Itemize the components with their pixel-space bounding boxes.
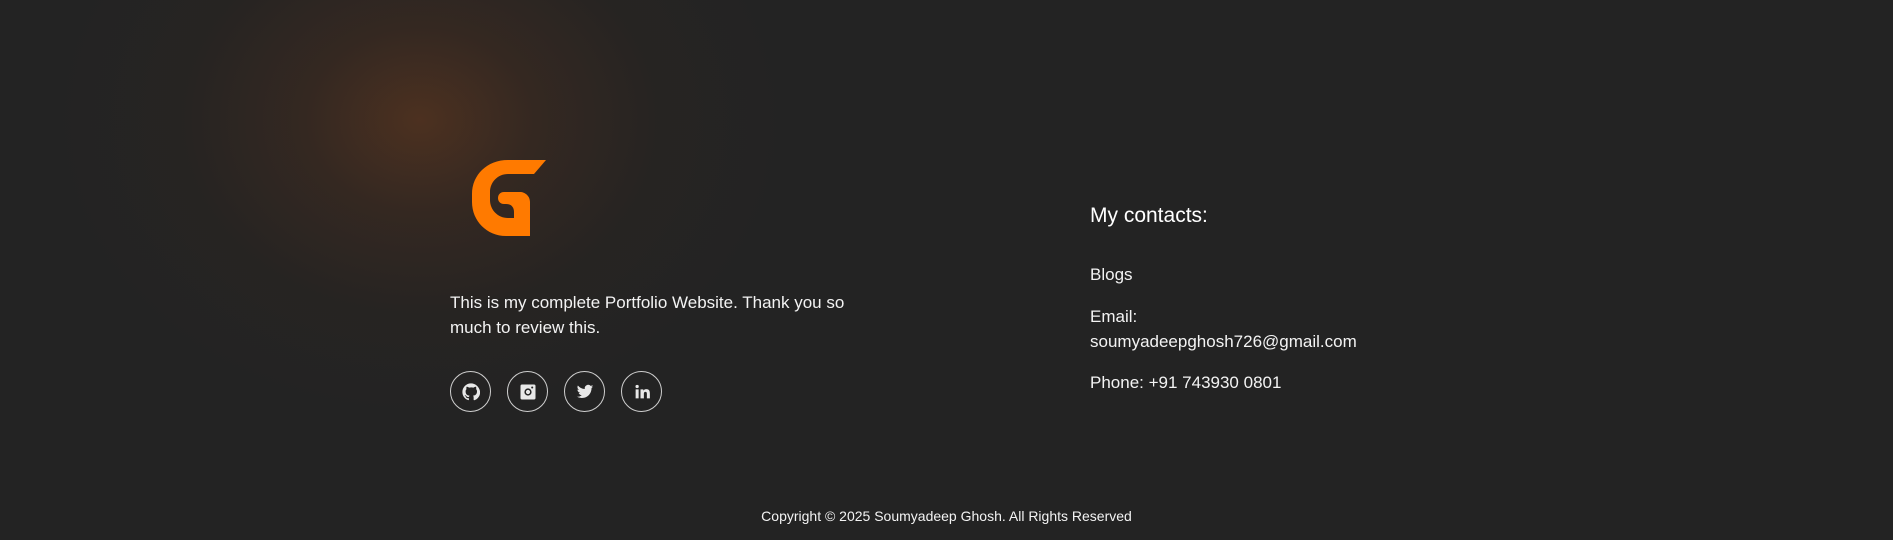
email-label: Email: — [1090, 307, 1138, 326]
twitter-icon — [576, 384, 593, 398]
blogs-link[interactable]: Blogs — [1090, 262, 1450, 287]
github-link-button[interactable] — [450, 371, 491, 412]
linkedin-icon — [634, 384, 650, 398]
brand-logo[interactable] — [472, 160, 552, 236]
instagram-link-button[interactable] — [507, 371, 548, 412]
contacts-section: My contacts: Blogs Email: soumyadeepghos… — [1090, 200, 1450, 411]
email-value[interactable]: soumyadeepghosh726@gmail.com — [1090, 329, 1450, 354]
github-icon — [461, 382, 480, 400]
contacts-heading: My contacts: — [1090, 204, 1208, 227]
instagram-icon — [520, 384, 535, 399]
social-links — [450, 371, 662, 412]
linkedin-link-button[interactable] — [621, 371, 662, 412]
email-contact: Email: soumyadeepghosh726@gmail.com — [1090, 304, 1450, 354]
copyright-text: Copyright © 2025 Soumyadeep Ghosh. All R… — [761, 508, 1132, 524]
logo-g-icon — [472, 160, 546, 236]
twitter-link-button[interactable] — [564, 371, 605, 412]
phone-contact[interactable]: Phone: +91 743930 0801 — [1090, 370, 1450, 395]
footer: This is my complete Portfolio Website. T… — [0, 0, 1893, 540]
footer-tagline: This is my complete Portfolio Website. T… — [450, 293, 845, 337]
